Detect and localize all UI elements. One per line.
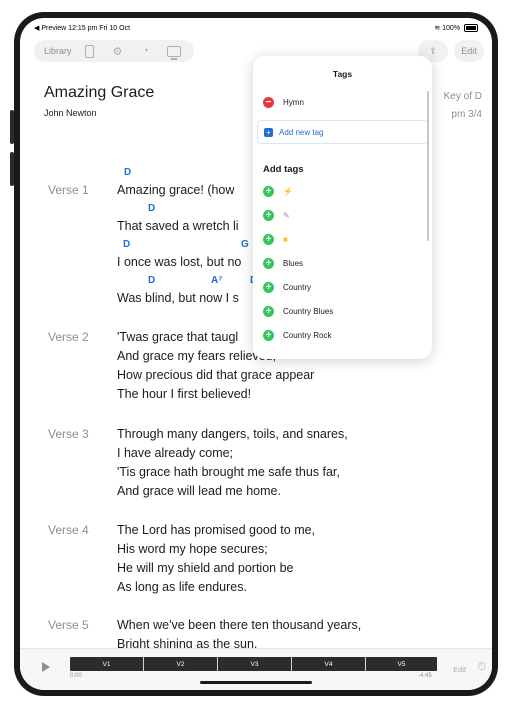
battery-percent: 100% — [442, 25, 461, 32]
lyric-line: The hour I first believed! — [117, 387, 252, 401]
available-tag-row[interactable]: + ■ — [263, 231, 288, 247]
song-key: Key of D — [443, 91, 482, 102]
available-tag-row[interactable]: + Country Rock — [263, 327, 331, 343]
lyric-line: I once was lost, but no — [117, 255, 242, 269]
section-marker[interactable]: V5 — [366, 657, 437, 671]
lyric-line: He will my shield and portion be — [117, 561, 294, 575]
verse-label: Verse 3 — [48, 427, 89, 441]
lyric-line: 'Tis grace hath brought me safe thus far… — [117, 465, 340, 479]
chord: D — [148, 203, 156, 214]
section-marker[interactable]: V1 — [70, 657, 143, 671]
phone-view-icon[interactable] — [80, 43, 100, 59]
add-tag-icon[interactable]: + — [263, 209, 274, 221]
screen: ◀ Preview 12:15 pm Fri 10 Oct ≋ 100% Lib… — [20, 18, 492, 690]
add-tag-icon[interactable]: + — [263, 233, 274, 245]
available-tag-row[interactable]: + Country Blues — [263, 303, 333, 319]
lyric-line: When we've been there ten thousand years… — [117, 618, 362, 632]
external-display-icon[interactable] — [164, 43, 184, 60]
chord: D — [124, 167, 132, 178]
song-tempo: pm 3/4 — [451, 109, 482, 120]
section-timeline[interactable]: V1 V2 V3 V4 V5 — [70, 657, 437, 671]
status-right: ≋ 100% — [434, 24, 478, 33]
status-bar: ◀ Preview 12:15 pm Fri 10 Oct ≋ 100% — [34, 24, 478, 36]
lyric-line: How precious did that grace appear — [117, 368, 315, 382]
lightning-icon: ⚡ — [283, 186, 293, 196]
remove-tag-icon[interactable]: − — [263, 96, 274, 108]
play-icon[interactable] — [42, 662, 50, 672]
section-marker[interactable]: V3 — [218, 657, 291, 671]
pencil-icon: ✎ — [283, 210, 290, 220]
lyric-line: And grace will lead me home. — [117, 484, 281, 498]
available-tag-row[interactable]: + ✎ — [263, 207, 290, 223]
player-edit-button[interactable]: Edit — [453, 665, 466, 674]
palette-icon[interactable]: ◔ — [136, 43, 156, 59]
add-tag-icon[interactable]: + — [263, 281, 274, 293]
verse-label: Verse 2 — [48, 330, 89, 344]
add-tags-heading: Add tags — [263, 164, 304, 175]
elapsed-time: 0:00 — [70, 673, 82, 679]
tags-popover: Tags − Hymn + Add new tag Add tags + ⚡ +… — [253, 56, 432, 359]
chord: A⁷ — [211, 275, 223, 286]
song-author: John Newton — [44, 108, 97, 118]
current-tag-row: − Hymn — [263, 94, 304, 110]
add-square-icon: + — [264, 127, 273, 137]
song-title: Amazing Grace — [44, 84, 155, 101]
popover-title: Tags — [332, 69, 353, 79]
tag-label: Country Blues — [283, 306, 334, 316]
tag-label: Country Rock — [283, 330, 332, 340]
edit-button[interactable]: Edit — [454, 40, 484, 62]
verse-label: Verse 5 — [48, 618, 89, 632]
lyric-line: As long as life endures. — [117, 580, 247, 594]
song-meta: Key of D pm 3/4 — [444, 88, 482, 124]
verse-label: Verse 1 — [48, 183, 89, 197]
available-tag-row[interactable]: + ⚡ — [263, 183, 293, 199]
tag-label: Country — [283, 282, 312, 292]
chord: D — [148, 275, 156, 286]
lyric-line: Was blind, but now I s — [117, 291, 239, 305]
scroll-indicator[interactable] — [427, 91, 429, 241]
remaining-time: -4:45 — [418, 673, 432, 679]
available-tag-row[interactable]: + Blues — [263, 255, 303, 271]
lyric-line: That saved a wretch li — [117, 219, 239, 233]
tag-label: Blues — [283, 258, 304, 268]
add-tag-icon[interactable]: + — [263, 185, 274, 197]
verse-label: Verse 4 — [48, 523, 89, 537]
add-tag-icon[interactable]: + — [263, 305, 274, 317]
battery-icon — [464, 24, 478, 33]
lyric-line: 'Twas grace that taugl — [117, 330, 239, 344]
metronome-icon[interactable]: ⏱ — [477, 661, 486, 674]
home-indicator — [200, 681, 312, 684]
lyric-line: I have already come; — [117, 446, 234, 460]
add-new-tag-label: Add new tag — [279, 127, 324, 137]
lyric-line: The Lord has promised good to me, — [117, 523, 316, 537]
gear-icon[interactable]: ⚙ — [108, 43, 128, 59]
add-tag-icon[interactable]: + — [263, 257, 274, 269]
section-marker[interactable]: V4 — [292, 657, 365, 671]
library-button[interactable]: Library — [40, 46, 76, 56]
folder-icon: ■ — [283, 234, 288, 244]
chord: D — [123, 239, 131, 250]
lyric-line: His word my hope secures; — [117, 542, 268, 556]
available-tag-row[interactable]: + Country — [263, 279, 311, 295]
status-left: ◀ Preview 12:15 pm Fri 10 Oct — [34, 25, 131, 32]
wifi-icon: ≋ — [434, 25, 441, 32]
lyric-line: Amazing grace! (how — [117, 183, 235, 197]
current-tag-label: Hymn — [283, 97, 304, 107]
top-toolbar: Library ⚙ ◔ — [34, 40, 194, 62]
section-marker[interactable]: V2 — [144, 657, 217, 671]
chord: G — [241, 239, 249, 250]
add-new-tag-button[interactable]: + Add new tag — [257, 120, 428, 144]
lyric-line: Through many dangers, toils, and snares, — [117, 427, 348, 441]
add-tag-icon[interactable]: + — [263, 329, 274, 341]
lyric-line: And grace my fears relieved; — [117, 349, 277, 363]
